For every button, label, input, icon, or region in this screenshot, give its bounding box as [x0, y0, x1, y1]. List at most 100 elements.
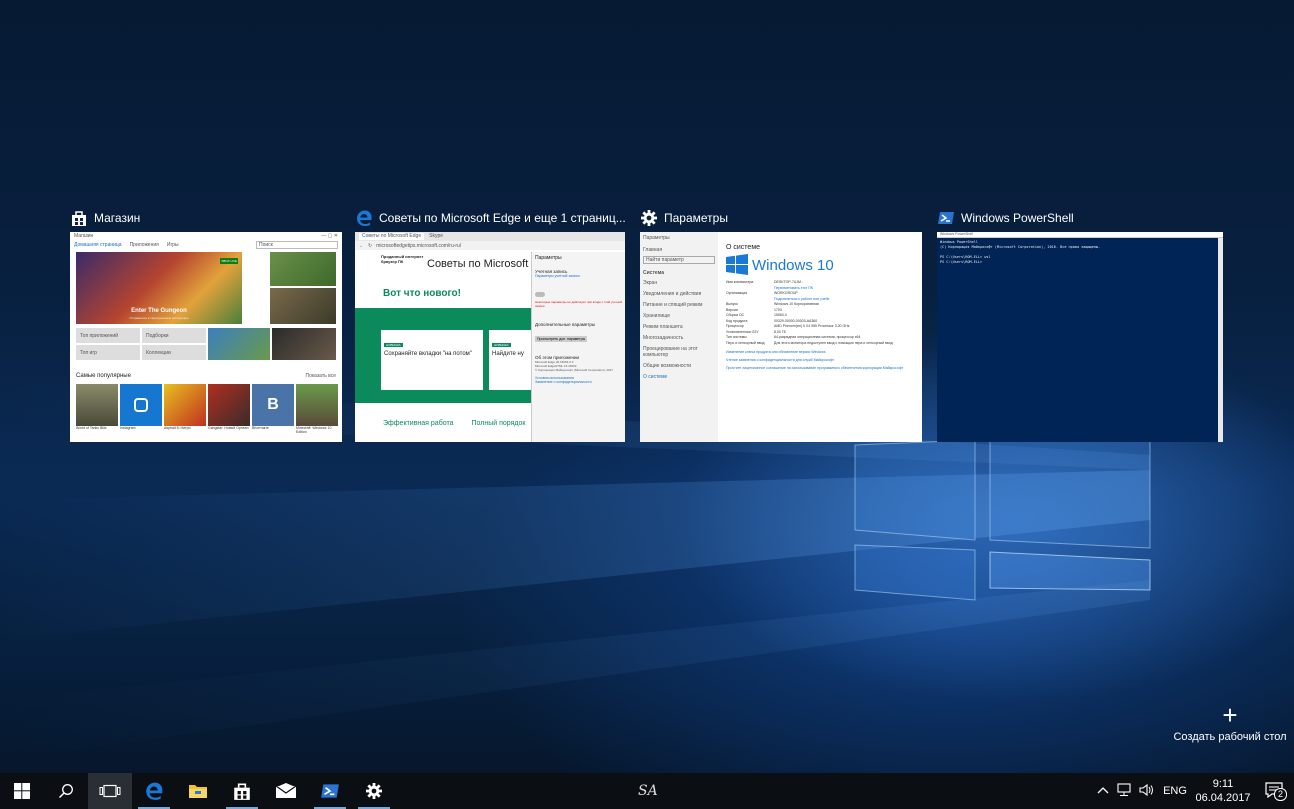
store-popular-header: Самые популярные Показать все — [76, 373, 336, 379]
settings-menu-item[interactable]: Хранилище — [643, 313, 715, 319]
search-button[interactable] — [44, 773, 88, 809]
show-all-link[interactable]: Показать все — [305, 373, 336, 379]
store-nav-games[interactable]: Игры — [167, 242, 179, 248]
taskbar-edge[interactable] — [132, 773, 176, 809]
window-store[interactable]: Магазин Магазин — ▢ ✕ Домашняя страница … — [70, 206, 342, 442]
app-name: Instagram — [120, 426, 136, 430]
settings-thumbnail[interactable]: Параметры Главная Найти параметр Система… — [640, 232, 922, 442]
tile-label: Коллекции — [146, 349, 171, 356]
settings-panel-title: Параметры — [535, 255, 562, 261]
network-icon[interactable] — [1114, 782, 1136, 800]
store-minecraft-tile[interactable] — [208, 328, 270, 360]
footer-link[interactable]: Полный порядок — [471, 420, 525, 427]
store-titlebar: Магазин — ▢ ✕ — [70, 232, 342, 240]
back-icon[interactable]: ← — [359, 243, 364, 249]
settings-menu-item[interactable]: Питание и спящий режим — [643, 302, 715, 308]
store-nav-home[interactable]: Домашняя страница — [74, 242, 122, 248]
app-card[interactable]: Asphalt 8: Нитро — [164, 384, 206, 434]
volume-icon[interactable] — [1136, 783, 1158, 800]
settings-link[interactable]: Изменение ключа продукта или обновление … — [726, 350, 918, 355]
store-icon — [234, 783, 250, 800]
window-title-settings: Параметры — [640, 206, 922, 230]
settings-search-input[interactable]: Найти параметр — [643, 256, 715, 264]
powershell-thumbnail[interactable]: Windows PowerShell Windows PowerShell (C… — [937, 232, 1223, 442]
settings-menu-item-active[interactable]: О системе — [643, 374, 715, 380]
window-powershell[interactable]: Windows PowerShell Windows PowerShell Wi… — [937, 206, 1223, 442]
advanced-settings-button[interactable]: Просмотреть доп. параметры — [535, 336, 588, 342]
edge-url-input[interactable]: microsoftedgetips.microsoft.com/ru-ru/ — [376, 243, 461, 249]
settings-home-link[interactable]: Главная — [643, 247, 715, 253]
store-tile-collections[interactable]: Коллекции — [142, 345, 206, 360]
edge-footer-links: Эффективная работа Полный порядок — [383, 420, 525, 427]
app-card[interactable]: Minecraft: Windows 10 Edition — [296, 384, 338, 434]
settings-menu-item[interactable]: Уведомления и действия — [643, 291, 715, 297]
new-desktop-label: Создать рабочий стол — [1173, 731, 1287, 743]
task-view-button[interactable] — [88, 773, 132, 809]
edge-page-heading: Советы по Microsoft E — [427, 258, 539, 270]
powershell-console[interactable]: Windows PowerShell (C) Корпорация Майкро… — [937, 238, 1223, 267]
app-card[interactable]: B ВКонтакте — [252, 384, 294, 434]
file-explorer-icon — [189, 785, 207, 798]
privacy-link[interactable]: Заявление о конфиденциальности — [535, 380, 622, 384]
taskbar-powershell[interactable] — [308, 773, 352, 809]
start-button[interactable] — [0, 773, 44, 809]
store-icon — [72, 211, 86, 226]
account-settings-link[interactable]: Параметры учетной записи — [535, 274, 622, 278]
store-hero-banner[interactable]: Enter The Gungeon Отправьтесь в сверхдал… — [76, 252, 242, 324]
settings-menu-item[interactable]: Режим планшета — [643, 324, 715, 330]
edge-thumbnail[interactable]: Советы по Microsoft Edge Skype ← ↻ micro… — [355, 232, 625, 442]
store-tile-picks[interactable]: Подборки — [142, 328, 206, 343]
window-settings[interactable]: Параметры Параметры Главная Найти параме… — [640, 206, 922, 442]
window-title-powershell: Windows PowerShell — [937, 206, 1223, 230]
instagram-icon — [134, 398, 148, 412]
store-side-tile-2[interactable] — [270, 288, 336, 324]
console-line: PS C:\Users\ROM-ELL> — [940, 260, 983, 264]
window-edge[interactable]: Советы по Microsoft Edge и еще 1 страниц… — [355, 206, 625, 442]
xbox-live-badge: XBOX LIVE — [220, 258, 238, 264]
store-tile-top-apps[interactable]: Топ приложений — [76, 328, 140, 343]
app-name: ВКонтакте — [252, 426, 269, 430]
taskbar-store[interactable] — [220, 773, 264, 809]
language-indicator[interactable]: ENG — [1158, 785, 1192, 797]
app-name: Gangstar: Новый Орлеан — [208, 426, 249, 430]
windows10-logo-text: Windows 10 — [752, 256, 834, 274]
edge-tab[interactable]: Skype — [426, 233, 446, 240]
store-vampyr-tile[interactable] — [272, 328, 336, 360]
taskbar-mail[interactable] — [264, 773, 308, 809]
app-name: Asphalt 8: Нитро — [164, 426, 191, 430]
store-nav-apps[interactable]: Приложения — [130, 242, 159, 248]
settings-link[interactable]: Прочтите лицензионное соглашение на испо… — [726, 366, 918, 371]
app-card[interactable]: World of Tanks Blitz — [76, 384, 118, 434]
store-app-grid: World of Tanks Blitz Instagram Asphalt 8… — [76, 384, 338, 434]
sync-toggle[interactable] — [535, 292, 545, 297]
advanced-label: Дополнительные параметры — [535, 322, 596, 327]
app-card[interactable]: Gangstar: Новый Орлеан — [208, 384, 250, 434]
settings-menu-item[interactable]: Многозадачность — [643, 335, 715, 341]
taskbar-file-explorer[interactable] — [176, 773, 220, 809]
edge-card-1[interactable]: НОВИНКА Сохраняйте вкладки "на потом" — [381, 330, 483, 390]
settings-menu-item[interactable]: Экран — [643, 280, 715, 286]
clock[interactable]: 9:11 06.04.2017 — [1192, 777, 1254, 805]
footer-link[interactable]: Эффективная работа — [383, 420, 453, 427]
store-tile-top-games[interactable]: Топ игр — [76, 345, 140, 360]
store-side-tile-1[interactable] — [270, 252, 336, 286]
chevron-up-icon[interactable] — [1092, 785, 1114, 797]
tile-label: Топ игр — [80, 349, 97, 356]
refresh-icon[interactable]: ↻ — [368, 243, 372, 249]
notifications-button[interactable]: 2 — [1254, 781, 1294, 801]
taskbar-settings[interactable] — [352, 773, 396, 809]
app-card[interactable]: Instagram — [120, 384, 162, 434]
store-search-input[interactable]: Поиск — [256, 241, 338, 249]
window-title-store: Магазин — [70, 206, 342, 230]
store-thumbnail[interactable]: Магазин — ▢ ✕ Домашняя страница Приложен… — [70, 232, 342, 442]
window-title-text: Советы по Microsoft Edge и еще 1 страниц… — [379, 211, 625, 225]
new-desktop-button[interactable]: + Создать рабочий стол — [1170, 702, 1290, 743]
edge-tab[interactable]: Советы по Microsoft Edge — [359, 233, 425, 240]
settings-link[interactable]: Чтение заявления о конфиденциальности дл… — [726, 358, 918, 363]
settings-menu-item[interactable]: Общие возможности — [643, 363, 715, 369]
edge-card-2[interactable]: НОВИНКА Найдите ну — [489, 330, 531, 390]
settings-menu-item[interactable]: Проецирование на этот компьютер — [643, 346, 715, 358]
new-badge: НОВИНКА — [384, 343, 403, 347]
powershell-scrollbar[interactable] — [1218, 238, 1223, 442]
edge-icon — [357, 210, 372, 226]
